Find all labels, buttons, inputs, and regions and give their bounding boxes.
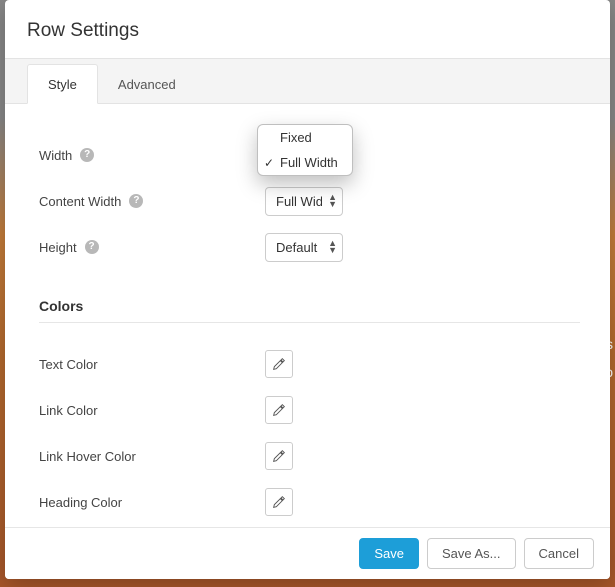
- eyedropper-icon: [271, 448, 287, 464]
- help-icon[interactable]: ?: [85, 240, 99, 254]
- label-content-width: Content Width ?: [39, 194, 265, 209]
- row-content-width: Content Width ? Full Width ▲▼: [39, 178, 580, 224]
- select-el[interactable]: Default: [265, 233, 343, 262]
- select-height[interactable]: Default ▲▼: [265, 233, 343, 262]
- label-text: Height: [39, 240, 77, 255]
- label-heading-color: Heading Color: [39, 495, 265, 510]
- label-width: Width ?: [39, 148, 265, 163]
- label-text: Width: [39, 148, 72, 163]
- row-heading-color: Heading Color: [39, 479, 580, 525]
- label-text: Link Hover Color: [39, 449, 136, 464]
- row-settings-modal: Row Settings Style Advanced Width ? Cont…: [5, 0, 610, 579]
- help-icon[interactable]: ?: [80, 148, 94, 162]
- color-picker-heading[interactable]: [265, 488, 293, 516]
- tab-style[interactable]: Style: [27, 64, 98, 104]
- label-text: Link Color: [39, 403, 98, 418]
- modal-footer: Save Save As... Cancel: [5, 527, 610, 579]
- eyedropper-icon: [271, 402, 287, 418]
- row-link-hover-color: Link Hover Color: [39, 433, 580, 479]
- width-dropdown-open[interactable]: Fixed Full Width: [257, 124, 353, 176]
- option-fixed[interactable]: Fixed: [258, 125, 352, 150]
- color-picker-link-hover[interactable]: [265, 442, 293, 470]
- label-text: Heading Color: [39, 495, 122, 510]
- label-text-color: Text Color: [39, 357, 265, 372]
- tab-advanced[interactable]: Advanced: [98, 65, 196, 103]
- eyedropper-icon: [271, 356, 287, 372]
- help-icon[interactable]: ?: [129, 194, 143, 208]
- select-el[interactable]: Full Width: [265, 187, 343, 216]
- divider: [39, 322, 580, 323]
- save-button[interactable]: Save: [359, 538, 419, 569]
- section-colors: Colors: [39, 298, 580, 314]
- color-picker-link[interactable]: [265, 396, 293, 424]
- select-content-width[interactable]: Full Width ▲▼: [265, 187, 343, 216]
- save-as-button[interactable]: Save As...: [427, 538, 516, 569]
- row-text-color: Text Color: [39, 341, 580, 387]
- option-full-width[interactable]: Full Width: [258, 150, 352, 175]
- label-height: Height ?: [39, 240, 265, 255]
- label-link-color: Link Color: [39, 403, 265, 418]
- label-text: Content Width: [39, 194, 121, 209]
- spacer: [39, 525, 580, 527]
- tab-bar: Style Advanced: [5, 58, 610, 104]
- row-height: Height ? Default ▲▼: [39, 224, 580, 270]
- eyedropper-icon: [271, 494, 287, 510]
- cancel-button[interactable]: Cancel: [524, 538, 594, 569]
- label-text: Text Color: [39, 357, 98, 372]
- color-picker-text[interactable]: [265, 350, 293, 378]
- modal-title: Row Settings: [27, 20, 588, 42]
- modal-header: Row Settings: [5, 0, 610, 58]
- label-link-hover-color: Link Hover Color: [39, 449, 265, 464]
- row-link-color: Link Color: [39, 387, 580, 433]
